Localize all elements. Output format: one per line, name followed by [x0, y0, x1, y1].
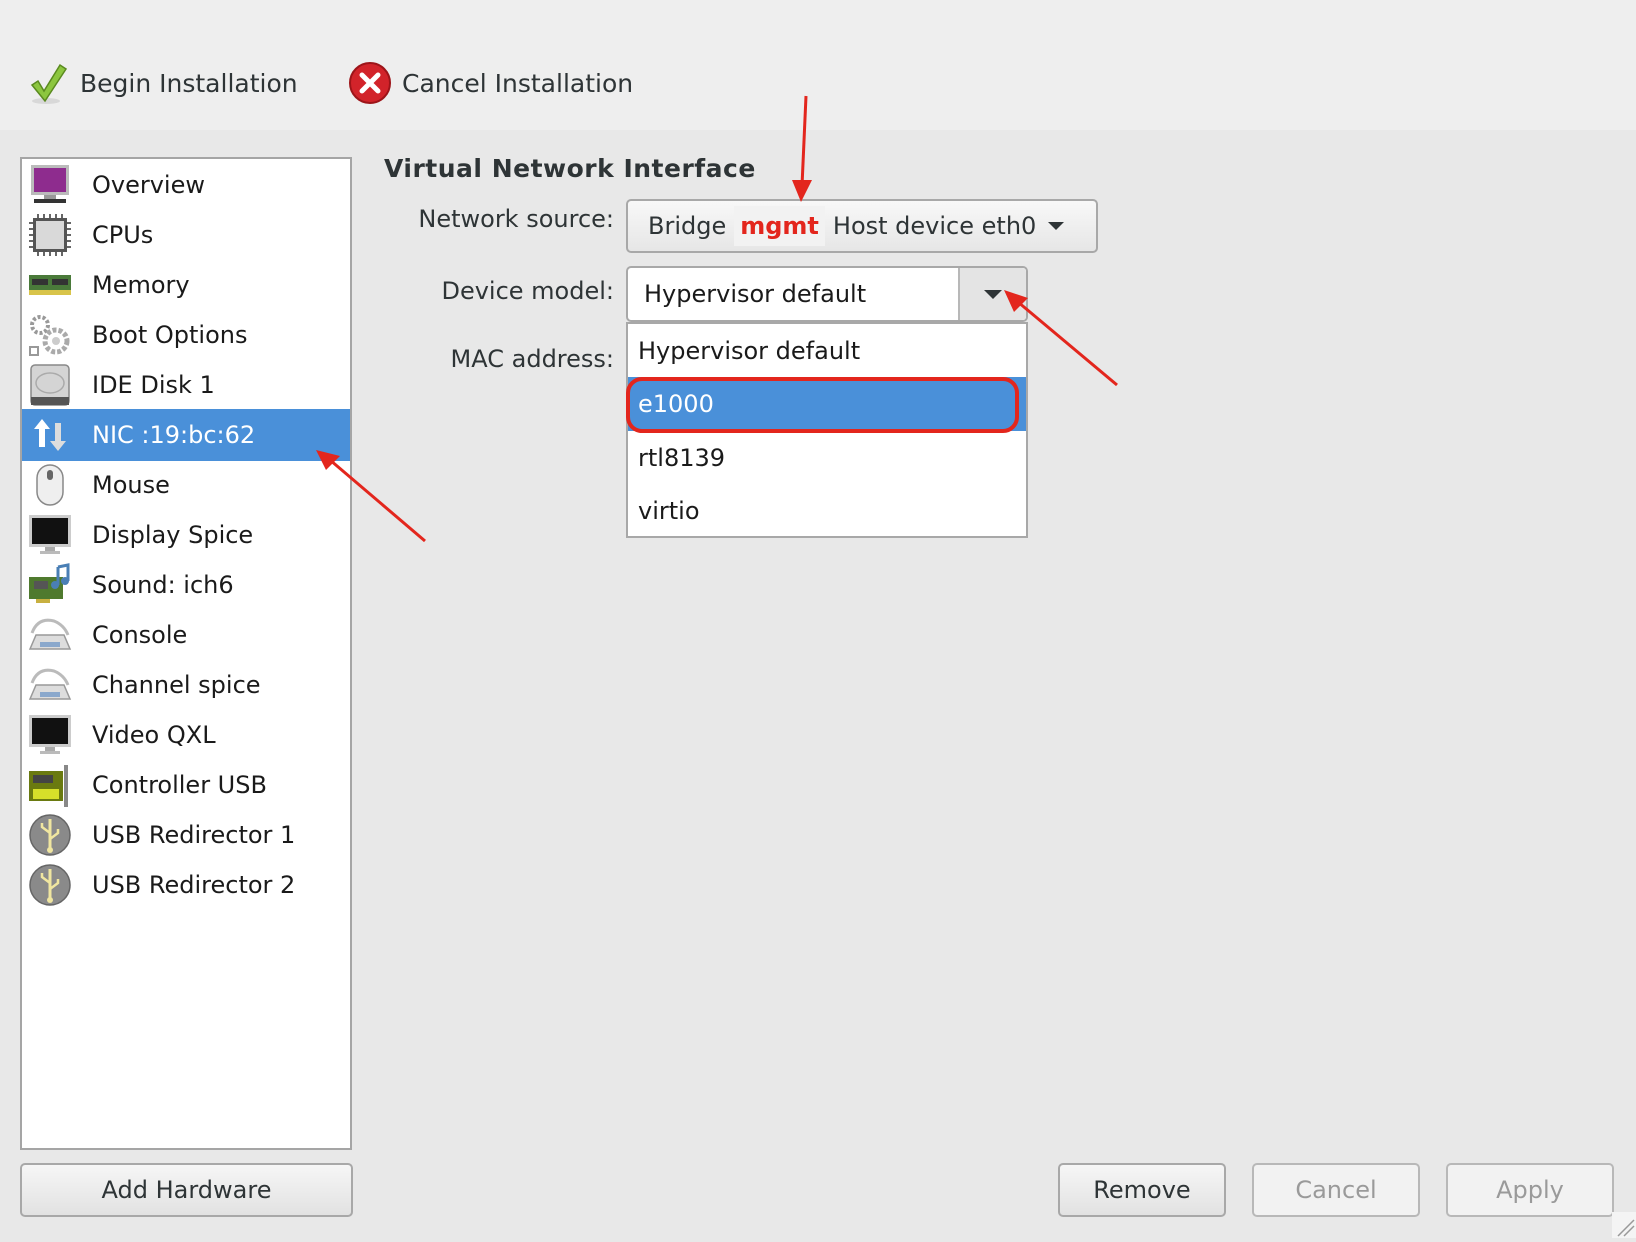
device-model-label: Device model: — [441, 277, 614, 305]
resize-grip-icon[interactable] — [1612, 1212, 1636, 1238]
sidebar-item-label: Controller USB — [92, 771, 267, 799]
sidebar-item-label: NIC :19:bc:62 — [92, 421, 256, 449]
section-title: Virtual Network Interface — [384, 154, 756, 183]
network-arrows-icon — [26, 411, 74, 459]
chevron-down-icon — [984, 289, 1002, 299]
device-model-combobox[interactable]: Hypervisor default — [626, 266, 1028, 322]
sidebar-item-label: Sound: ich6 — [92, 571, 234, 599]
sidebar-item-cpus[interactable]: CPUs — [22, 209, 350, 261]
sidebar-item-mouse[interactable]: Mouse — [22, 459, 350, 511]
sidebar-item-label: Boot Options — [92, 321, 248, 349]
serial-port-icon — [26, 611, 74, 659]
sidebar-item-ide-disk-1[interactable]: IDE Disk 1 — [22, 359, 350, 411]
gears-icon — [26, 311, 74, 359]
sidebar-item-channel-spice[interactable]: Channel spice — [22, 659, 350, 711]
begin-installation-label: Begin Installation — [80, 68, 298, 98]
sidebar-item-nic[interactable]: NIC :19:bc:62 — [22, 409, 350, 461]
sidebar-item-sound[interactable]: Sound: ich6 — [22, 559, 350, 611]
cancel-installation-label: Cancel Installation — [402, 68, 634, 98]
sidebar-item-video-qxl[interactable]: Video QXL — [22, 709, 350, 761]
sound-card-icon — [26, 561, 74, 609]
apply-button[interactable]: Apply — [1446, 1163, 1614, 1217]
begin-installation-button[interactable]: Begin Installation — [26, 58, 298, 108]
cpu-chip-icon — [26, 211, 74, 259]
sidebar-item-label: IDE Disk 1 — [92, 371, 215, 399]
sidebar-item-usb-redirector-1[interactable]: USB Redirector 1 — [22, 809, 350, 861]
sidebar-item-controller-usb[interactable]: Controller USB — [22, 759, 350, 811]
sidebar-item-usb-redirector-2[interactable]: USB Redirector 2 — [22, 859, 350, 911]
mouse-icon — [26, 461, 74, 509]
hard-disk-icon — [26, 361, 74, 409]
option-rtl8139[interactable]: rtl8139 — [628, 431, 1026, 485]
serial-port-icon — [26, 661, 74, 709]
bridge-name: mgmt — [734, 206, 825, 246]
arrow-to-dropdown — [1017, 300, 1118, 387]
add-hardware-button[interactable]: Add Hardware — [20, 1163, 353, 1217]
toolbar: Begin Installation Cancel Installation — [0, 0, 1636, 130]
usb-icon — [26, 811, 74, 859]
sidebar-item-boot-options[interactable]: Boot Options — [22, 309, 350, 361]
cancel-x-icon — [348, 61, 392, 105]
sidebar-item-label: Mouse — [92, 471, 170, 499]
option-e1000[interactable]: e1000 — [628, 377, 1026, 431]
sidebar-item-memory[interactable]: Memory — [22, 259, 350, 311]
network-source-dropdown[interactable]: Bridge mgmt Host device eth0 — [626, 199, 1098, 253]
sidebar-item-label: USB Redirector 2 — [92, 871, 296, 899]
sidebar-item-console[interactable]: Console — [22, 609, 350, 661]
sidebar-item-overview[interactable]: Overview — [22, 159, 350, 211]
memory-ram-icon — [26, 261, 74, 309]
hardware-list[interactable]: Overview CPUs Memory Boot Options IDE Di… — [20, 157, 352, 1150]
usb-icon — [26, 861, 74, 909]
cancel-button[interactable]: Cancel — [1252, 1163, 1420, 1217]
display-monitor-icon — [26, 511, 74, 559]
display-monitor-icon — [26, 711, 74, 759]
network-source-suffix: Host device eth0 — [832, 212, 1037, 240]
sidebar-item-label: Channel spice — [92, 671, 261, 699]
network-source-prefix: Bridge — [648, 212, 727, 240]
sidebar-item-label: Overview — [92, 171, 205, 199]
remove-button[interactable]: Remove — [1058, 1163, 1226, 1217]
option-hypervisor-default[interactable]: Hypervisor default — [628, 324, 1026, 378]
checkmark-icon — [26, 61, 70, 105]
sidebar-item-display-spice[interactable]: Display Spice — [22, 509, 350, 561]
option-virtio[interactable]: virtio — [628, 484, 1026, 538]
sidebar-item-label: Display Spice — [92, 521, 254, 549]
chevron-down-icon — [1048, 222, 1065, 230]
device-model-value[interactable]: Hypervisor default — [628, 280, 958, 308]
sidebar-item-label: CPUs — [92, 221, 154, 249]
device-model-dropdown-button[interactable] — [958, 268, 1026, 320]
mac-address-label: MAC address: — [450, 345, 614, 373]
sidebar-item-label: Video QXL — [92, 721, 216, 749]
monitor-purple-icon — [26, 161, 74, 209]
device-model-options-popup: Hypervisor default e1000 rtl8139 virtio — [626, 322, 1028, 538]
cancel-installation-button[interactable]: Cancel Installation — [348, 58, 633, 108]
sidebar-item-label: USB Redirector 1 — [92, 821, 296, 849]
sidebar-item-label: Console — [92, 621, 188, 649]
network-source-label: Network source: — [418, 205, 614, 233]
sidebar-item-label: Memory — [92, 271, 190, 299]
usb-controller-card-icon — [26, 761, 74, 809]
